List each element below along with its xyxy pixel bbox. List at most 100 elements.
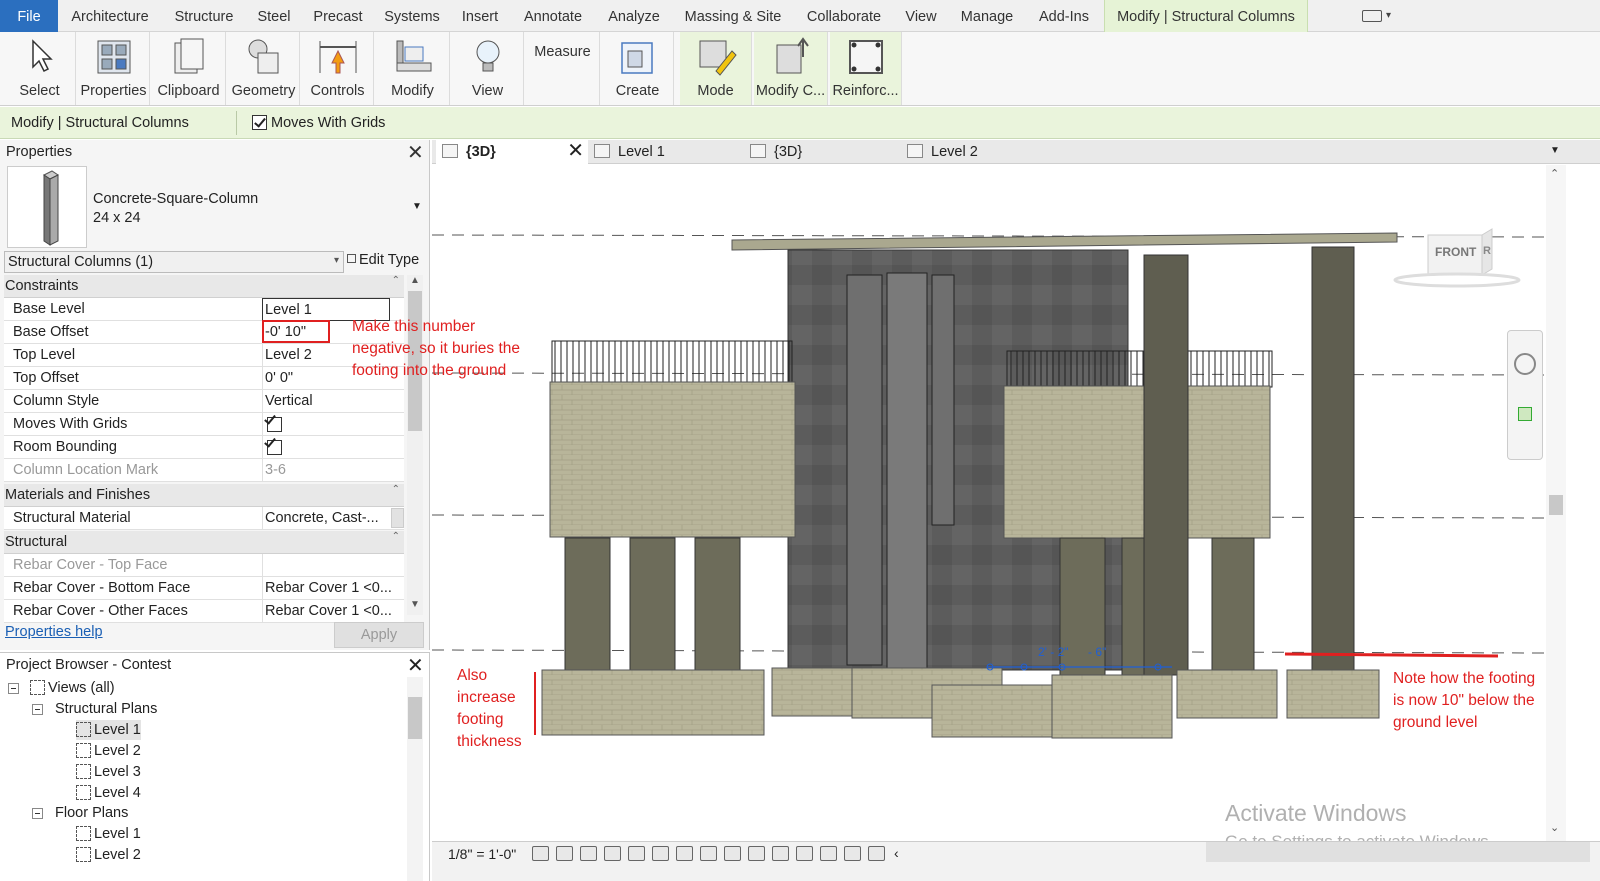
modify-column-button[interactable]: Modify C...: [754, 32, 828, 105]
row-base-level[interactable]: Base Level Level 1: [4, 298, 404, 321]
tab-menu-icon[interactable]: ▼: [1550, 145, 1560, 156]
steering-wheel-icon[interactable]: [1514, 353, 1536, 375]
controls-button[interactable]: Controls: [302, 32, 374, 105]
tab-architecture[interactable]: Architecture: [62, 0, 158, 32]
properties-button[interactable]: Properties: [78, 32, 150, 105]
tab-insert[interactable]: Insert: [456, 0, 504, 32]
modify-button[interactable]: Modify: [376, 32, 450, 105]
tab-steel[interactable]: Steel: [252, 0, 296, 32]
scroll-up-icon[interactable]: ▲: [410, 275, 420, 286]
close-icon[interactable]: ✕: [567, 139, 584, 163]
reveal-hidden-icon[interactable]: [748, 846, 765, 861]
geometry-button[interactable]: Geometry: [228, 32, 300, 105]
select-button[interactable]: Select: [4, 32, 76, 105]
row-rebar-other[interactable]: Rebar Cover - Other Faces Rebar Cover 1 …: [4, 600, 404, 623]
mode-button[interactable]: Mode: [680, 32, 752, 105]
structural-material-value[interactable]: Concrete, Cast-...: [262, 507, 404, 530]
instance-filter-select[interactable]: Structural Columns (1) ▾: [4, 251, 344, 273]
scroll-up-icon[interactable]: ⌃: [1550, 167, 1559, 180]
tree-floor-plans[interactable]: Floor Plans: [55, 803, 128, 823]
create-button[interactable]: Create: [602, 32, 674, 105]
tree-fp-level-1[interactable]: Level 1: [76, 824, 141, 844]
temp-hide-icon[interactable]: [724, 846, 741, 861]
chevron-down-icon[interactable]: ▾: [1386, 10, 1391, 21]
apply-button[interactable]: Apply: [334, 622, 424, 648]
reveal-constraints-icon[interactable]: [868, 846, 885, 861]
row-rebar-bottom[interactable]: Rebar Cover - Bottom Face Rebar Cover 1 …: [4, 577, 404, 600]
show-crop-icon[interactable]: [676, 846, 693, 861]
group-constraints[interactable]: Constraints ⌃: [4, 275, 404, 298]
view-tab-level-2[interactable]: Level 2: [907, 140, 1057, 164]
row-top-level[interactable]: Top Level Level 2: [4, 344, 404, 367]
view-scale[interactable]: 1/8" = 1'-0": [448, 846, 516, 862]
horizontal-scrollbar[interactable]: [1206, 842, 1590, 862]
tree-sp-level-3[interactable]: Level 3: [76, 762, 141, 782]
sun-path-icon[interactable]: [580, 846, 597, 861]
tab-massing-site[interactable]: Massing & Site: [678, 0, 788, 32]
room-bounding-checkbox[interactable]: [267, 440, 282, 455]
reinforcement-button[interactable]: Reinforc...: [830, 32, 902, 105]
browse-material-button[interactable]: [391, 508, 404, 528]
close-icon[interactable]: ✕: [407, 140, 424, 165]
tab-view[interactable]: View: [900, 0, 942, 32]
edit-type-button[interactable]: Edit Type: [347, 252, 419, 268]
scroll-thumb[interactable]: [1549, 495, 1563, 515]
dimension-text[interactable]: - 6": [1088, 645, 1106, 659]
viewcube-front-label[interactable]: FRONT: [1435, 245, 1476, 259]
unlock-view-icon[interactable]: [700, 846, 717, 861]
view-tab-level-1[interactable]: Level 1: [594, 140, 744, 164]
tab-systems[interactable]: Systems: [380, 0, 444, 32]
scroll-down-icon[interactable]: ▼: [410, 599, 420, 610]
moves-with-grids-checkbox[interactable]: [252, 115, 267, 130]
clipboard-button[interactable]: Clipboard: [152, 32, 226, 105]
tree-fp-level-2[interactable]: Level 2: [76, 845, 141, 865]
group-materials[interactable]: Materials and Finishes ⌃: [4, 484, 404, 507]
properties-help-link[interactable]: Properties help: [5, 624, 103, 640]
type-selector-dropdown[interactable]: ▼: [412, 201, 422, 212]
tree-views-all[interactable]: Views (all): [30, 678, 115, 698]
3d-viewport[interactable]: FRONT R 2' - 2" - 6": [432, 165, 1546, 841]
visual-style-icon[interactable]: [556, 846, 573, 861]
collapse-toggle-icon[interactable]: [32, 808, 43, 819]
dimension-text[interactable]: 2' - 2": [1038, 645, 1069, 659]
viewport-scrollbar[interactable]: ⌃ ⌄: [1546, 165, 1566, 841]
row-column-style[interactable]: Column Style Vertical: [4, 390, 404, 413]
viewcube-right-label[interactable]: R: [1483, 245, 1491, 257]
scroll-down-icon[interactable]: ⌄: [1550, 821, 1559, 834]
shadows-icon[interactable]: [604, 846, 621, 861]
detail-level-icon[interactable]: [532, 846, 549, 861]
tab-modify-structural-columns[interactable]: Modify | Structural Columns: [1104, 0, 1308, 32]
highlight-displacement-icon[interactable]: [844, 846, 861, 861]
collapse-toggle-icon[interactable]: [8, 683, 19, 694]
tab-manage[interactable]: Manage: [954, 0, 1020, 32]
tree-sp-level-4[interactable]: Level 4: [76, 783, 141, 803]
row-structural-material[interactable]: Structural Material Concrete, Cast-...: [4, 507, 404, 530]
tab-precast[interactable]: Precast: [308, 0, 368, 32]
row-room-bounding[interactable]: Room Bounding: [4, 436, 404, 459]
temporary-properties-icon[interactable]: [796, 846, 813, 861]
close-icon[interactable]: ✕: [407, 653, 424, 678]
analytical-model-icon[interactable]: [820, 846, 837, 861]
panel-toggle-icon[interactable]: [1362, 10, 1382, 22]
moves-with-grids-prop-checkbox[interactable]: [267, 417, 282, 432]
crop-view-icon[interactable]: [652, 846, 669, 861]
rebar-bottom-value[interactable]: Rebar Cover 1 <0...: [262, 577, 404, 600]
view-tab-3d-active[interactable]: {3D} ✕: [436, 140, 588, 164]
view-button[interactable]: View: [452, 32, 524, 105]
group-structural[interactable]: Structural ⌃: [4, 531, 404, 554]
measure-button[interactable]: Measure: [526, 32, 600, 105]
row-base-offset[interactable]: Base Offset -0' 10": [4, 321, 404, 344]
zoom-icon[interactable]: [1518, 407, 1532, 421]
tree-sp-level-2[interactable]: Level 2: [76, 741, 141, 761]
browser-scrollbar[interactable]: [407, 677, 423, 881]
render-icon[interactable]: [628, 846, 645, 861]
rebar-other-value[interactable]: Rebar Cover 1 <0...: [262, 600, 404, 623]
tab-collaborate[interactable]: Collaborate: [800, 0, 888, 32]
scroll-thumb[interactable]: [408, 697, 422, 739]
worksharing-icon[interactable]: [772, 846, 789, 861]
tree-sp-level-1[interactable]: Level 1: [76, 720, 141, 740]
tab-analyze[interactable]: Analyze: [602, 0, 666, 32]
column-style-value[interactable]: Vertical: [262, 390, 404, 413]
tab-annotate[interactable]: Annotate: [516, 0, 590, 32]
chevron-left-icon[interactable]: ‹: [894, 845, 899, 861]
